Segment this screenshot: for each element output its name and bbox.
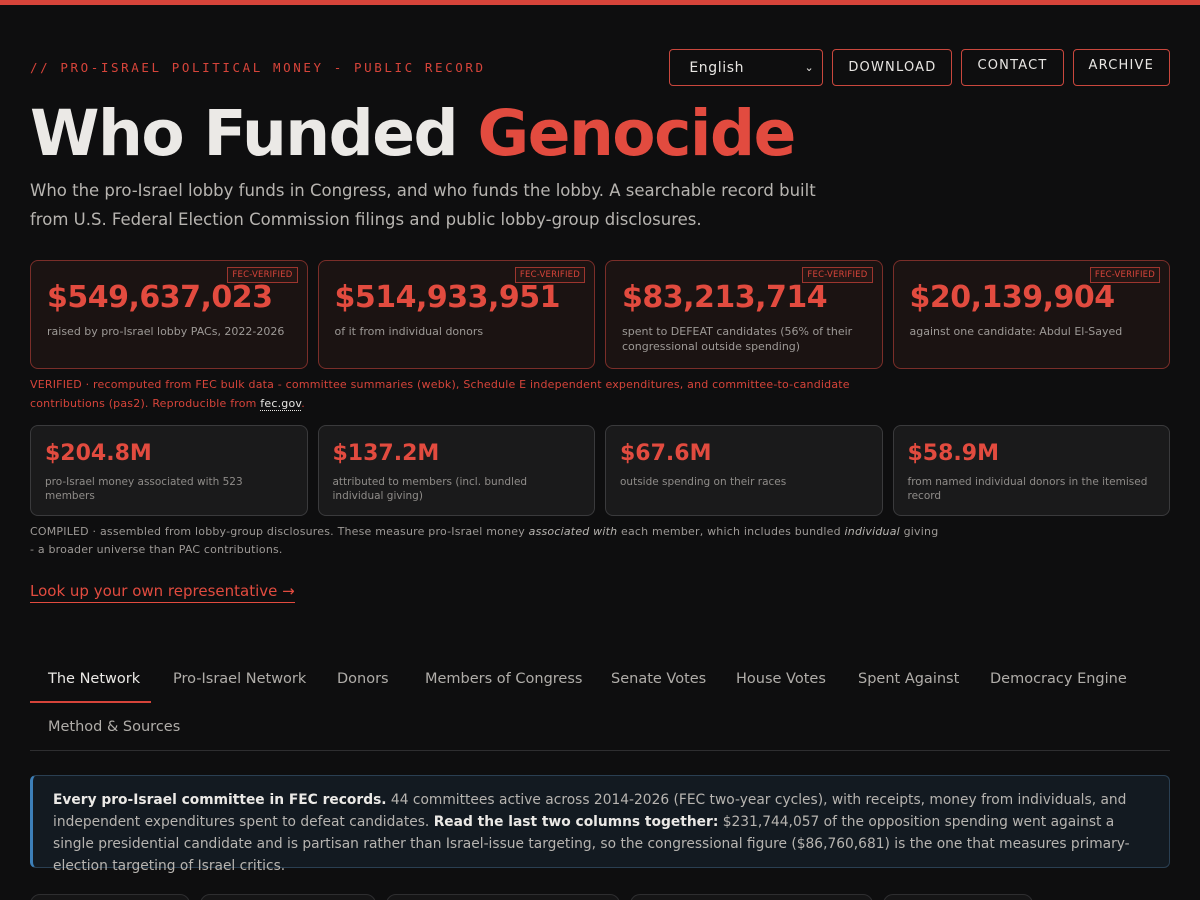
stat-value: $20,139,904	[909, 280, 1116, 315]
stat-card: $137.2M attributed to members (incl. bun…	[317, 425, 595, 516]
stat-label: pro-Israel money associated with 523 mem…	[45, 476, 243, 502]
compiled-note-emphasis: associated with	[528, 525, 618, 538]
tab-democracy-engine[interactable]: Democracy Engine	[990, 671, 1127, 687]
network-info-callout: Every pro-Israel committee in FEC record…	[30, 775, 1170, 874]
section-tabs: The Network Pro-Israel Network Donors Me…	[30, 656, 1170, 751]
tab-donors[interactable]: Donors	[337, 671, 389, 687]
stat-card: FEC-VERIFIED $514,933,951 of it from ind…	[317, 260, 595, 369]
active-tab-indicator	[30, 701, 151, 703]
page-title: Who Funded Genocide	[30, 94, 797, 174]
tab-the-network[interactable]: The Network	[48, 671, 140, 687]
verified-stat-cards: FEC-VERIFIED $549,637,023 raised by pro-…	[30, 260, 1170, 369]
stat-label: against one candidate: Abdul El-Sayed	[909, 325, 1123, 338]
stat-card: $58.9M from named individual donors in t…	[892, 425, 1170, 516]
verified-note-end: .	[301, 396, 305, 410]
tab-spent-against[interactable]: Spent Against	[858, 671, 959, 687]
compiled-note: COMPILED · assembled from lobby-group di…	[30, 523, 940, 558]
compiled-note-text: COMPILED · assembled from lobby-group di…	[30, 525, 529, 538]
page-kicker: // PRO-ISRAEL POLITICAL MONEY - PUBLIC R…	[30, 60, 486, 75]
tab-senate-votes[interactable]: Senate Votes	[611, 671, 706, 687]
tab-pro-israel-network[interactable]: Pro-Israel Network	[173, 671, 306, 687]
stat-card: FEC-VERIFIED $83,213,714 spent to DEFEAT…	[605, 260, 883, 369]
compiled-note-text: each member, which includes bundled	[617, 525, 845, 538]
stat-card: FEC-VERIFIED $20,139,904 against one can…	[892, 260, 1170, 369]
info-emphasis: Read the last two columns together:	[433, 814, 719, 830]
filter-pill[interactable]	[386, 894, 620, 900]
language-select[interactable]: English ⌄	[669, 49, 824, 86]
stat-label: from named individual donors in the item…	[907, 476, 1148, 502]
verified-note: VERIFIED · recomputed from FEC bulk data…	[30, 376, 920, 413]
download-button[interactable]: DOWNLOAD	[832, 49, 953, 86]
info-heading: Every pro-Israel committee in FEC record…	[53, 792, 387, 808]
stat-card: $204.8M pro-Israel money associated with…	[30, 425, 308, 516]
verified-note-text: VERIFIED · recomputed from FEC bulk data…	[30, 378, 850, 410]
stat-label: attributed to members (incl. bundled ind…	[332, 476, 528, 502]
language-select-value: English	[689, 59, 745, 76]
filter-pill[interactable]	[883, 894, 1033, 900]
header-controls: English ⌄ DOWNLOAD CONTACT ARCHIVE	[669, 49, 1170, 86]
archive-button[interactable]: ARCHIVE	[1072, 49, 1170, 86]
compiled-stat-cards: $204.8M pro-Israel money associated with…	[30, 425, 1170, 516]
stat-card: $67.6M outside spending on their races	[605, 425, 883, 516]
filter-pills	[30, 894, 1033, 900]
contact-button[interactable]: CONTACT	[961, 49, 1064, 86]
stat-value: $204.8M	[45, 441, 152, 466]
stat-label: of it from individual donors	[334, 325, 484, 338]
lookup-representative-link[interactable]: Look up your own representative →	[30, 582, 295, 603]
stat-value: $514,933,951	[334, 280, 561, 315]
stat-value: $137.2M	[332, 441, 440, 466]
top-accent-bar	[0, 0, 1200, 5]
stat-label: spent to DEFEAT candidates (56% of their…	[622, 325, 853, 353]
stat-label: outside spending on their races	[620, 476, 787, 488]
fec-gov-link[interactable]: fec.gov	[260, 396, 302, 411]
filter-pill[interactable]	[630, 894, 873, 900]
stat-value: $58.9M	[907, 441, 999, 466]
stat-label: raised by pro-Israel lobby PACs, 2022-20…	[47, 325, 285, 338]
stat-value: $83,213,714	[622, 280, 828, 315]
chevron-down-icon: ⌄	[804, 61, 815, 74]
stat-value: $549,637,023	[47, 280, 273, 315]
filter-pill[interactable]	[30, 894, 190, 900]
stat-value: $67.6M	[620, 441, 712, 466]
page-title-accent: Genocide	[477, 97, 797, 170]
page-subtitle: Who the pro-Israel lobby funds in Congre…	[30, 181, 816, 229]
page-title-main: Who Funded	[30, 97, 478, 170]
filter-pill[interactable]	[200, 894, 376, 900]
tab-method-sources[interactable]: Method & Sources	[48, 719, 180, 735]
compiled-note-emphasis: individual	[844, 525, 900, 538]
tab-members-of-congress[interactable]: Members of Congress	[425, 671, 582, 687]
stat-card: FEC-VERIFIED $549,637,023 raised by pro-…	[30, 260, 308, 369]
tab-house-votes[interactable]: House Votes	[736, 671, 826, 687]
